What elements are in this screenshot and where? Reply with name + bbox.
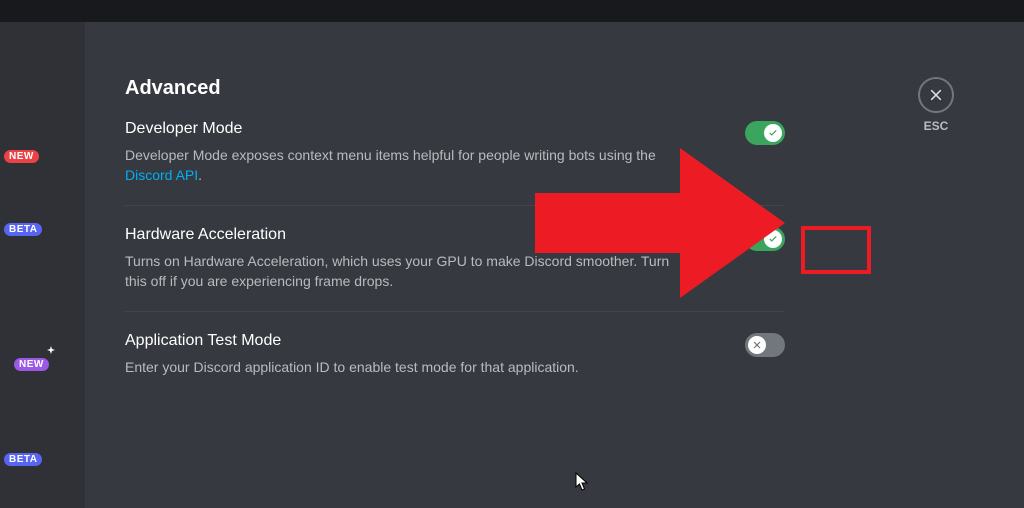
discord-api-link[interactable]: Discord API	[125, 167, 198, 183]
setting-description: Developer Mode exposes context menu item…	[125, 146, 685, 185]
beta-badge: BETA	[4, 223, 42, 236]
setting-description: Turns on Hardware Acceleration, which us…	[125, 252, 685, 291]
setting-developer-mode: Developer Mode Developer Mode exposes co…	[125, 120, 785, 206]
sparkle-icon	[45, 346, 57, 358]
sidebar-item[interactable]: BETA	[0, 217, 85, 242]
annotation-highlight-box	[801, 226, 871, 274]
setting-hardware-acceleration: Hardware Acceleration Turns on Hardware …	[125, 226, 785, 312]
developer-mode-toggle[interactable]	[745, 121, 785, 145]
application-test-mode-toggle[interactable]	[745, 333, 785, 357]
beta-badge: BETA	[4, 453, 42, 466]
setting-description: Enter your Discord application ID to ena…	[125, 358, 685, 378]
setting-title: Developer Mode	[125, 120, 242, 138]
check-icon	[767, 233, 779, 245]
setting-application-test-mode: Application Test Mode Enter your Discord…	[125, 332, 785, 398]
check-icon	[767, 127, 779, 139]
window-titlebar	[0, 0, 1024, 22]
sidebar-item[interactable]: NEW	[10, 352, 85, 377]
close-label: ESC	[918, 119, 954, 133]
new-badge: NEW	[14, 358, 49, 371]
sidebar-item[interactable]: BETA	[0, 447, 85, 472]
sidebar-item[interactable]: NEW	[0, 144, 85, 169]
settings-sidebar: NEW BETA NEW BETA	[0, 22, 85, 508]
x-icon	[751, 339, 763, 351]
setting-title: Application Test Mode	[125, 332, 281, 350]
hardware-acceleration-toggle[interactable]	[745, 227, 785, 251]
close-icon	[928, 87, 944, 103]
setting-title: Hardware Acceleration	[125, 226, 286, 244]
close-button[interactable]	[918, 77, 954, 113]
page-title: Advanced	[125, 77, 785, 100]
settings-main: ESC Advanced Developer Mode Developer Mo…	[85, 22, 1024, 508]
cursor-icon	[575, 472, 591, 492]
new-badge: NEW	[4, 150, 39, 163]
